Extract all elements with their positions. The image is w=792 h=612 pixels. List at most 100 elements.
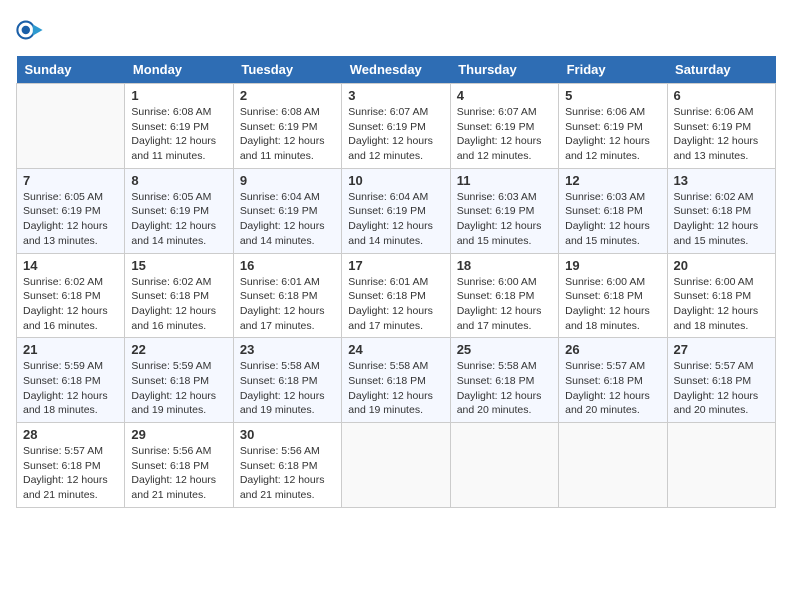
calendar-cell: 13 Sunrise: 6:02 AMSunset: 6:18 PMDayligh…: [667, 168, 775, 253]
day-number: 20: [674, 258, 769, 273]
calendar-cell: [17, 84, 125, 169]
calendar-cell: 6Sunrise: 6:06 AMSunset: 6:19 PMDaylight…: [667, 84, 775, 169]
day-number: 23: [240, 342, 335, 357]
day-info: Sunrise: 5:58 AMSunset: 6:18 PMDaylight:…: [457, 359, 552, 418]
day-number: 22: [131, 342, 226, 357]
day-number: 21: [23, 342, 118, 357]
calendar-cell: 28 Sunrise: 5:57 AMSunset: 6:18 PMDayligh…: [17, 423, 125, 508]
day-info: Sunrise: 6:08 AMSunset: 6:19 PMDaylight:…: [240, 105, 335, 164]
day-number: 9: [240, 173, 335, 188]
calendar-table: SundayMondayTuesdayWednesdayThursdayFrid…: [16, 56, 776, 508]
day-number: 11: [457, 173, 552, 188]
day-info: Sunrise: 5:57 AMSunset: 6:18 PMDaylight:…: [565, 359, 660, 418]
day-info: Sunrise: 6:01 AMSunset: 6:18 PMDaylight:…: [348, 275, 443, 334]
calendar-cell: 30 Sunrise: 5:56 AMSunset: 6:18 PMDayligh…: [233, 423, 341, 508]
calendar-cell: 26 Sunrise: 5:57 AMSunset: 6:18 PMDayligh…: [559, 338, 667, 423]
day-number: 12: [565, 173, 660, 188]
calendar-cell: 29Sunrise: 5:56 AMSunset: 6:18 PMDayligh…: [125, 423, 233, 508]
calendar-cell: [667, 423, 775, 508]
day-info: Sunrise: 5:59 AMSunset: 6:18 PMDaylight:…: [23, 359, 118, 418]
calendar-cell: 20 Sunrise: 6:00 AMSunset: 6:18 PMDayligh…: [667, 253, 775, 338]
day-number: 2: [240, 88, 335, 103]
calendar-cell: 9 Sunrise: 6:04 AMSunset: 6:19 PMDaylight…: [233, 168, 341, 253]
day-number: 3: [348, 88, 443, 103]
day-number: 4: [457, 88, 552, 103]
calendar-cell: 25 Sunrise: 5:58 AMSunset: 6:18 PMDayligh…: [450, 338, 558, 423]
calendar-cell: [342, 423, 450, 508]
calendar-cell: 5 Sunrise: 6:06 AMSunset: 6:19 PMDaylight…: [559, 84, 667, 169]
day-number: 30: [240, 427, 335, 442]
day-info: Sunrise: 5:57 AMSunset: 6:18 PMDaylight:…: [23, 444, 118, 503]
day-info: Sunrise: 6:00 AMSunset: 6:18 PMDaylight:…: [674, 275, 769, 334]
day-info: Sunrise: 6:07 AMSunset: 6:19 PMDaylight:…: [457, 105, 552, 164]
header-friday: Friday: [559, 56, 667, 84]
day-number: 5: [565, 88, 660, 103]
header-thursday: Thursday: [450, 56, 558, 84]
day-info: Sunrise: 6:04 AMSunset: 6:19 PMDaylight:…: [240, 190, 335, 249]
day-info: Sunrise: 6:06 AMSunset: 6:19 PMDaylight:…: [565, 105, 660, 164]
week-row-2: 7 Sunrise: 6:05 AMSunset: 6:19 PMDaylight…: [17, 168, 776, 253]
calendar-cell: 24 Sunrise: 5:58 AMSunset: 6:18 PMDayligh…: [342, 338, 450, 423]
day-info: Sunrise: 5:56 AMSunset: 6:18 PMDaylight:…: [131, 444, 226, 503]
day-number: 28: [23, 427, 118, 442]
week-row-5: 28 Sunrise: 5:57 AMSunset: 6:18 PMDayligh…: [17, 423, 776, 508]
day-info: Sunrise: 6:00 AMSunset: 6:18 PMDaylight:…: [565, 275, 660, 334]
day-number: 16: [240, 258, 335, 273]
calendar-cell: 1 Sunrise: 6:08 AMSunset: 6:19 PMDaylight…: [125, 84, 233, 169]
week-row-3: 14 Sunrise: 6:02 AMSunset: 6:18 PMDayligh…: [17, 253, 776, 338]
day-number: 17: [348, 258, 443, 273]
logo-icon: [16, 16, 44, 44]
day-number: 8: [131, 173, 226, 188]
day-number: 26: [565, 342, 660, 357]
header-tuesday: Tuesday: [233, 56, 341, 84]
header-row: SundayMondayTuesdayWednesdayThursdayFrid…: [17, 56, 776, 84]
day-number: 10: [348, 173, 443, 188]
day-info: Sunrise: 6:02 AMSunset: 6:18 PMDaylight:…: [674, 190, 769, 249]
day-info: Sunrise: 5:58 AMSunset: 6:18 PMDaylight:…: [240, 359, 335, 418]
day-info: Sunrise: 6:00 AMSunset: 6:18 PMDaylight:…: [457, 275, 552, 334]
day-number: 24: [348, 342, 443, 357]
day-info: Sunrise: 6:04 AMSunset: 6:19 PMDaylight:…: [348, 190, 443, 249]
calendar-cell: 17 Sunrise: 6:01 AMSunset: 6:18 PMDayligh…: [342, 253, 450, 338]
calendar-cell: 14 Sunrise: 6:02 AMSunset: 6:18 PMDayligh…: [17, 253, 125, 338]
day-info: Sunrise: 6:05 AMSunset: 6:19 PMDaylight:…: [131, 190, 226, 249]
day-number: 1: [131, 88, 226, 103]
day-number: 14: [23, 258, 118, 273]
header-saturday: Saturday: [667, 56, 775, 84]
calendar-cell: 7 Sunrise: 6:05 AMSunset: 6:19 PMDaylight…: [17, 168, 125, 253]
header-monday: Monday: [125, 56, 233, 84]
week-row-1: 1 Sunrise: 6:08 AMSunset: 6:19 PMDaylight…: [17, 84, 776, 169]
day-info: Sunrise: 6:08 AMSunset: 6:19 PMDaylight:…: [131, 105, 226, 164]
page-header: [16, 16, 776, 44]
calendar-cell: 27Sunrise: 5:57 AMSunset: 6:18 PMDayligh…: [667, 338, 775, 423]
day-info: Sunrise: 5:56 AMSunset: 6:18 PMDaylight:…: [240, 444, 335, 503]
day-number: 25: [457, 342, 552, 357]
calendar-cell: 10 Sunrise: 6:04 AMSunset: 6:19 PMDayligh…: [342, 168, 450, 253]
day-number: 27: [674, 342, 769, 357]
calendar-header: SundayMondayTuesdayWednesdayThursdayFrid…: [17, 56, 776, 84]
logo: [16, 16, 48, 44]
header-wednesday: Wednesday: [342, 56, 450, 84]
day-info: Sunrise: 6:02 AMSunset: 6:18 PMDaylight:…: [131, 275, 226, 334]
calendar-cell: 12 Sunrise: 6:03 AMSunset: 6:18 PMDayligh…: [559, 168, 667, 253]
calendar-cell: 11 Sunrise: 6:03 AMSunset: 6:19 PMDayligh…: [450, 168, 558, 253]
week-row-4: 21 Sunrise: 5:59 AMSunset: 6:18 PMDayligh…: [17, 338, 776, 423]
day-info: Sunrise: 6:07 AMSunset: 6:19 PMDaylight:…: [348, 105, 443, 164]
day-info: Sunrise: 6:03 AMSunset: 6:19 PMDaylight:…: [457, 190, 552, 249]
calendar-body: 1 Sunrise: 6:08 AMSunset: 6:19 PMDaylight…: [17, 84, 776, 508]
day-info: Sunrise: 6:03 AMSunset: 6:18 PMDaylight:…: [565, 190, 660, 249]
day-info: Sunrise: 6:06 AMSunset: 6:19 PMDaylight:…: [674, 105, 769, 164]
day-info: Sunrise: 5:58 AMSunset: 6:18 PMDaylight:…: [348, 359, 443, 418]
day-info: Sunrise: 5:59 AMSunset: 6:18 PMDaylight:…: [131, 359, 226, 418]
calendar-cell: 8 Sunrise: 6:05 AMSunset: 6:19 PMDaylight…: [125, 168, 233, 253]
day-info: Sunrise: 6:05 AMSunset: 6:19 PMDaylight:…: [23, 190, 118, 249]
day-number: 13: [674, 173, 769, 188]
calendar-cell: 15Sunrise: 6:02 AMSunset: 6:18 PMDayligh…: [125, 253, 233, 338]
header-sunday: Sunday: [17, 56, 125, 84]
day-info: Sunrise: 6:02 AMSunset: 6:18 PMDaylight:…: [23, 275, 118, 334]
calendar-cell: 23 Sunrise: 5:58 AMSunset: 6:18 PMDayligh…: [233, 338, 341, 423]
calendar-cell: 18Sunrise: 6:00 AMSunset: 6:18 PMDayligh…: [450, 253, 558, 338]
calendar-cell: [559, 423, 667, 508]
day-number: 7: [23, 173, 118, 188]
calendar-cell: 2 Sunrise: 6:08 AMSunset: 6:19 PMDaylight…: [233, 84, 341, 169]
